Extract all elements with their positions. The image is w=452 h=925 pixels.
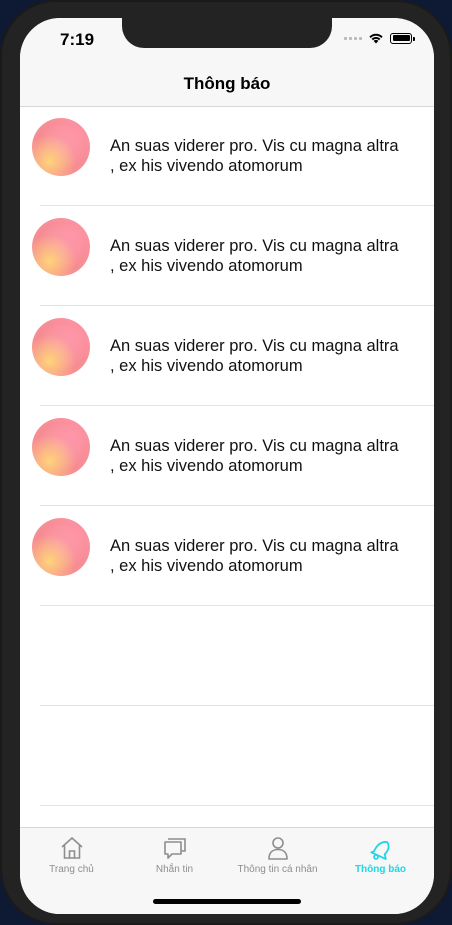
notification-row[interactable]: An suas viderer pro. Vis cu magna altra …: [20, 306, 434, 406]
person-icon: [267, 837, 288, 860]
notification-text: An suas viderer pro. Vis cu magna altra …: [110, 337, 399, 375]
avatar: [32, 218, 90, 276]
chat-icon: [163, 838, 186, 859]
notification-list: An suas viderer pro. Vis cu magna altra …: [20, 106, 434, 806]
avatar: [32, 318, 90, 376]
wifi-icon: [369, 33, 383, 44]
avatar: [32, 418, 90, 476]
notification-row[interactable]: An suas viderer pro. Vis cu magna altra …: [20, 506, 434, 606]
notification-row[interactable]: An suas viderer pro. Vis cu magna altra …: [20, 406, 434, 506]
notification-text: An suas viderer pro. Vis cu magna altra …: [110, 137, 399, 175]
home-indicator[interactable]: [153, 899, 301, 904]
notification-text: An suas viderer pro. Vis cu magna altra …: [110, 537, 399, 575]
tab-label: Thông tin cá nhân: [237, 864, 318, 875]
tab-nhan-tin[interactable]: Nhắn tin: [123, 834, 226, 875]
empty-row: [20, 606, 434, 706]
notification-row[interactable]: An suas viderer pro. Vis cu magna altra …: [20, 206, 434, 306]
tab-label: Trang chủ: [49, 864, 94, 875]
signal-icon: [344, 36, 362, 40]
notch: [122, 18, 332, 48]
row-divider: [40, 805, 434, 806]
tab-trang-chu[interactable]: Trang chủ: [20, 834, 123, 875]
notification-row[interactable]: An suas viderer pro. Vis cu magna altra …: [20, 106, 434, 206]
empty-row: [20, 706, 434, 806]
bell-icon: [369, 841, 390, 860]
status-indicators: [344, 32, 415, 44]
battery-icon: [390, 32, 415, 44]
avatar: [32, 118, 90, 176]
tab-thong-bao[interactable]: Thông báo: [329, 834, 432, 875]
screen: 7:19 Thông báo An suas viderer pro. Vis …: [20, 18, 434, 914]
notification-text: An suas viderer pro. Vis cu magna altra …: [110, 437, 399, 475]
page-title: Thông báo: [183, 74, 271, 93]
tab-bar: Trang chủ Nhắn tin Thông tin cá nhân Thô…: [20, 827, 434, 914]
tab-label: Thông báo: [354, 864, 407, 875]
navigation-bar: Thông báo: [20, 62, 434, 107]
tab-thong-tin-ca-nhan[interactable]: Thông tin cá nhân: [226, 834, 329, 875]
status-time: 7:19: [60, 30, 95, 49]
tab-label: Nhắn tin: [155, 864, 194, 875]
home-icon: [60, 837, 83, 859]
notification-text: An suas viderer pro. Vis cu magna altra …: [110, 237, 399, 275]
avatar: [32, 518, 90, 576]
